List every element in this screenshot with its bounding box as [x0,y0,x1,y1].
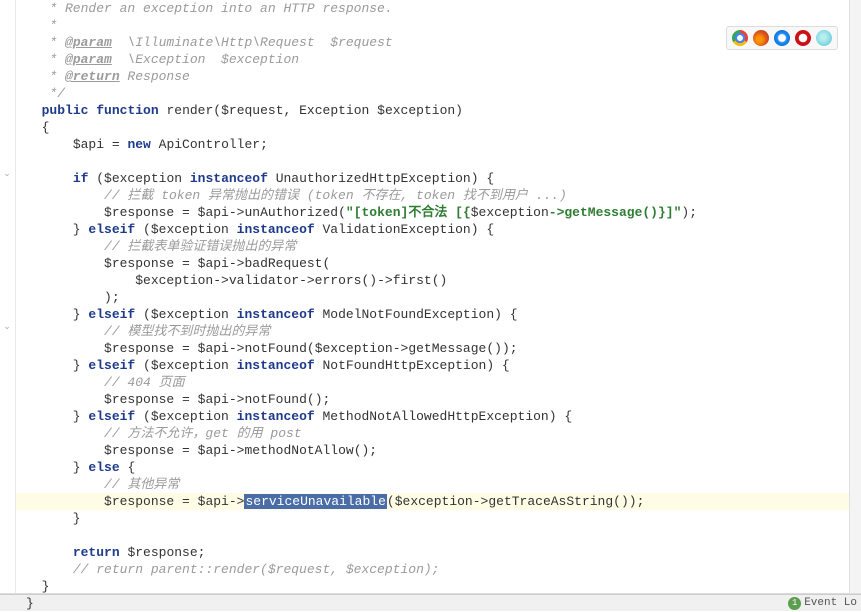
comment: // 模型找不到时抛出的异常 [104,324,270,339]
doc-tag: @param [65,35,112,50]
right-gutter [849,0,861,593]
keyword-function: function [96,103,158,118]
doc-line: * [26,35,65,50]
fold-marker-icon[interactable]: ⌄ [2,323,12,331]
comment: // 404 页面 [104,375,185,390]
doc-line: */ [26,86,65,101]
comment: // 其他异常 [104,477,179,492]
gutter: ⌄ ⌄ [0,0,16,593]
code-content[interactable]: * Render an exception into an HTTP respo… [16,0,849,593]
editor[interactable]: ⌄ ⌄ * Render an exception into an HTTP r… [0,0,861,594]
comment: // 方法不允许，get 的用 post [104,426,302,441]
doc-line: * [26,18,57,33]
doc-tag: @return [65,69,120,84]
doc-tag: @param [65,52,112,67]
doc-line: * [26,52,65,67]
fold-marker-icon[interactable]: ⌄ [2,170,12,178]
doc-line: * [26,69,65,84]
comment: // return parent::render($request, $exce… [73,562,440,577]
fn-render: render [166,103,213,118]
keyword-public: public [42,103,89,118]
doc-line: * Render an exception into an HTTP respo… [26,1,393,16]
comment: // 拦截 token 异常抛出的错误 (token 不存在, token 找不… [104,188,567,203]
selected-text: serviceUnavailable [244,494,386,509]
comment: // 拦截表单验证错误抛出的异常 [104,239,296,254]
